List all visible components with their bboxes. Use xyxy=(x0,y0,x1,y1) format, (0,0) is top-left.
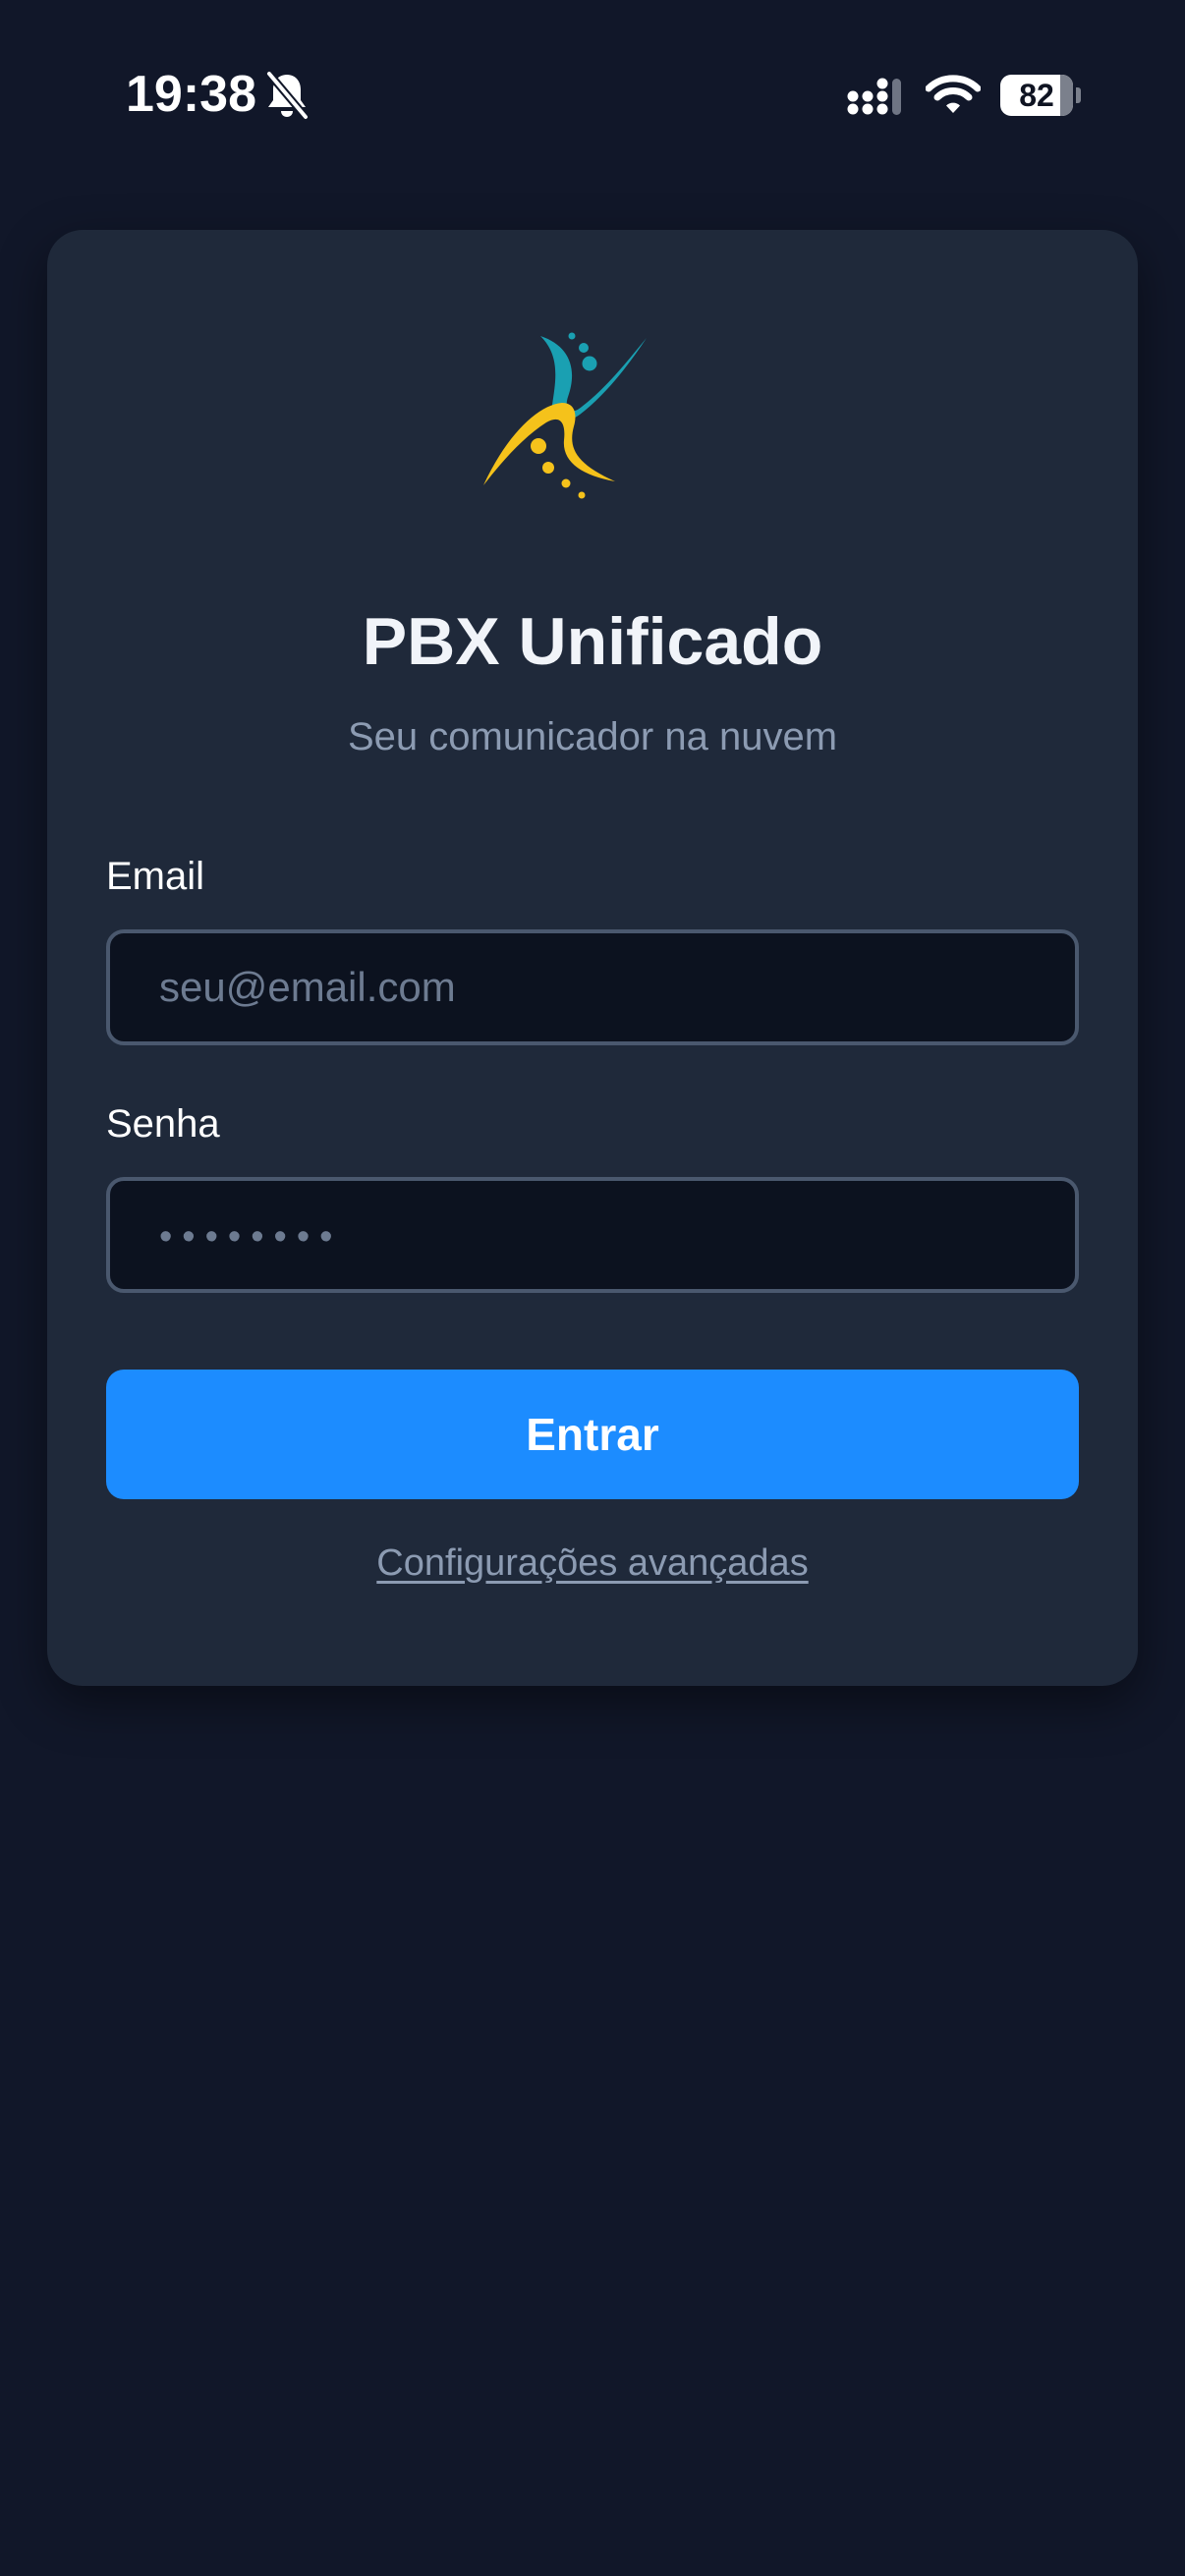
password-field[interactable] xyxy=(106,1177,1079,1293)
bell-off-icon xyxy=(265,71,309,120)
email-field[interactable] xyxy=(106,929,1079,1045)
email-label: Email xyxy=(106,855,205,898)
login-card: PBX Unificado Seu comunicador na nuvem E… xyxy=(47,230,1138,1686)
battery-level: 82 xyxy=(1019,78,1054,113)
battery-icon: 82 xyxy=(1000,75,1081,116)
login-button[interactable]: Entrar xyxy=(106,1370,1079,1499)
status-time: 19:38 xyxy=(126,66,256,123)
signal-icon xyxy=(847,78,901,115)
password-label: Senha xyxy=(106,1102,220,1146)
app-title: PBX Unificado xyxy=(362,604,823,679)
advanced-settings-link[interactable]: Configurações avançadas xyxy=(47,1542,1138,1585)
status-bar: 19:38 82 xyxy=(0,0,1185,193)
app-subtitle: Seu comunicador na nuvem xyxy=(347,715,838,758)
wifi-icon xyxy=(926,75,981,113)
pbx-logo-icon xyxy=(483,332,647,499)
